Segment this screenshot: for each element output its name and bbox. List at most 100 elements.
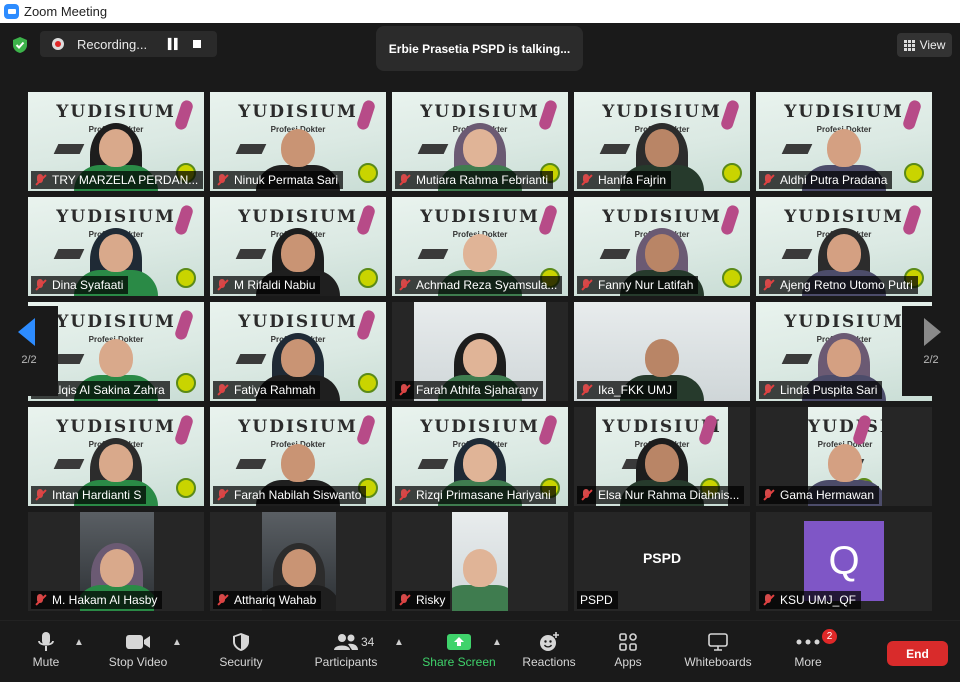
next-page-button[interactable]: 2/2 bbox=[902, 306, 960, 396]
zoom-logo-icon bbox=[4, 4, 19, 19]
participant-tile[interactable]: Risky bbox=[392, 512, 568, 611]
participant-tile[interactable]: YUDISIUMProfesi DokterTRY MARZELA PERDAN… bbox=[28, 92, 204, 191]
stop-recording-icon[interactable] bbox=[193, 40, 201, 48]
encryption-shield-icon[interactable] bbox=[10, 35, 30, 55]
participant-nametag: Gama Hermawan bbox=[759, 486, 880, 504]
reactions-smiley-icon bbox=[538, 629, 560, 655]
muted-mic-icon bbox=[580, 174, 592, 186]
apps-label: Apps bbox=[614, 655, 642, 669]
muted-mic-icon bbox=[216, 384, 228, 396]
more-ellipsis-icon bbox=[796, 629, 820, 655]
muted-mic-icon bbox=[398, 279, 410, 291]
participant-nametag: Ninuk Permata Sari bbox=[213, 171, 344, 189]
participant-tile[interactable]: YUDISIUM Profesi Dokter Achmad Reza Syamsu… bbox=[392, 197, 568, 296]
participant-nametag: Achmad Reza Syamsula... bbox=[395, 276, 563, 294]
participants-options-caret-icon[interactable]: ▲ bbox=[394, 637, 404, 648]
participant-nametag: Fanny Nur Latifah bbox=[577, 276, 699, 294]
stop-video-label: Stop Video bbox=[108, 655, 168, 669]
active-speaker-text: Erbie Prasetia PSPD is talking... bbox=[388, 41, 571, 56]
participant-name: M Rifaldi Nabiu bbox=[234, 278, 316, 292]
university-seal-icon bbox=[176, 373, 196, 393]
university-seal-icon bbox=[722, 163, 742, 183]
page-indicator-right: 2/2 bbox=[923, 354, 939, 366]
participant-tile[interactable]: YUDISIUMProfesi DokterElsa Nur Rahma Dia… bbox=[574, 407, 750, 506]
participant-tile[interactable]: YUDISIUMProfesi DokterHanifa Fajrin bbox=[574, 92, 750, 191]
recording-indicator: Recording... ▌▌ bbox=[40, 31, 217, 57]
security-button[interactable]: Security bbox=[214, 629, 268, 677]
active-speaker-banner: Erbie Prasetia PSPD is talking... bbox=[376, 26, 583, 71]
pause-recording-icon[interactable]: ▌▌ bbox=[161, 39, 187, 50]
university-seal-icon bbox=[358, 163, 378, 183]
view-button[interactable]: View bbox=[897, 33, 952, 57]
meeting-stage: Recording... ▌▌ Erbie Prasetia PSPD is t… bbox=[0, 23, 960, 620]
previous-page-button[interactable]: 2/2 bbox=[0, 306, 58, 396]
university-seal-icon bbox=[358, 373, 378, 393]
participant-name: Ajeng Retno Utomo Putri bbox=[780, 278, 913, 292]
participant-tile[interactable]: YUDISIUM Profesi Dokter Ninuk Permata Sari bbox=[210, 92, 386, 191]
whiteboards-button[interactable]: Whiteboards bbox=[680, 629, 756, 677]
participant-nametag: TRY MARZELA PERDAN... bbox=[31, 171, 203, 189]
participant-name: Atthariq Wahab bbox=[234, 593, 317, 607]
participant-name: Gama Hermawan bbox=[780, 488, 875, 502]
more-button[interactable]: More bbox=[790, 629, 826, 677]
muted-mic-icon bbox=[580, 489, 592, 501]
participant-tile[interactable]: YUDISIUMProfesi DokterAjeng Retno Utomo … bbox=[756, 197, 932, 296]
muted-mic-icon bbox=[34, 279, 46, 291]
reactions-button[interactable]: Reactions bbox=[520, 629, 578, 677]
apps-button[interactable]: Apps bbox=[608, 629, 648, 677]
participant-tile[interactable]: YUDISIUMProfesi DokterMutiara Rahma Febr… bbox=[392, 92, 568, 191]
participant-nametag: Intan Hardianti S bbox=[31, 486, 147, 504]
end-meeting-button[interactable]: End bbox=[887, 641, 948, 666]
share-screen-button[interactable]: Share Screen bbox=[422, 629, 496, 677]
participant-nametag: Farah Nabilah Siswanto bbox=[213, 486, 367, 504]
participant-nametag: PSPD bbox=[577, 591, 618, 609]
muted-mic-icon bbox=[762, 489, 774, 501]
muted-mic-icon bbox=[762, 279, 774, 291]
stop-video-button[interactable]: Stop Video bbox=[104, 629, 172, 677]
participant-tile[interactable]: YUDISIUMProfesi DokterDina Syafaati bbox=[28, 197, 204, 296]
participant-nametag: M Rifaldi Nabiu bbox=[213, 276, 321, 294]
participant-name: Ninuk Permata Sari bbox=[234, 173, 339, 187]
participant-tile[interactable]: M. Hakam Al Hasby bbox=[28, 512, 204, 611]
participant-nametag: Ajeng Retno Utomo Putri bbox=[759, 276, 918, 294]
whiteboard-icon bbox=[707, 629, 729, 655]
arrow-left-icon bbox=[18, 318, 35, 346]
participant-tile[interactable]: YUDISIUMProfesi DokterFanny Nur Latifah bbox=[574, 197, 750, 296]
muted-mic-icon bbox=[762, 594, 774, 606]
participant-tile[interactable]: YUDISIUMProfesi DokterGama Hermawan bbox=[756, 407, 932, 506]
participant-tile[interactable]: YUDISIUM Profesi Dokter Farah Nabilah Sisw… bbox=[210, 407, 386, 506]
participant-nametag: Farah Athifa Sjaharany bbox=[395, 381, 544, 399]
participant-tile[interactable]: Q KSU UMJ_QF bbox=[756, 512, 932, 611]
muted-mic-icon bbox=[580, 384, 592, 396]
participant-display-name: PSPD bbox=[642, 550, 682, 566]
participant-tile[interactable]: YUDISIUMProfesi DokterM Rifaldi Nabiu bbox=[210, 197, 386, 296]
participant-name: Farah Nabilah Siswanto bbox=[234, 488, 362, 502]
participant-tile[interactable]: YUDISIUMProfesi DokterFatiya Rahmah bbox=[210, 302, 386, 401]
participant-name: Ika_FKK UMJ bbox=[598, 383, 673, 397]
participant-nametag: Aldhi Putra Pradana bbox=[759, 171, 893, 189]
participant-tile[interactable]: Farah Athifa Sjaharany bbox=[392, 302, 568, 401]
title-bar: Zoom Meeting bbox=[0, 0, 960, 23]
participant-tile[interactable]: YUDISIUMProfesi DokterIntan Hardianti S bbox=[28, 407, 204, 506]
muted-mic-icon bbox=[216, 489, 228, 501]
muted-mic-icon bbox=[398, 489, 410, 501]
participant-tile[interactable]: Atthariq Wahab bbox=[210, 512, 386, 611]
participant-tile[interactable]: YUDISIUMProfesi DokterRizqi Primasane Ha… bbox=[392, 407, 568, 506]
participant-name: Dina Syafaati bbox=[52, 278, 124, 292]
participant-tile[interactable]: YUDISIUM Profesi Dokter Aldhi Putra Pradan… bbox=[756, 92, 932, 191]
audio-options-caret-icon[interactable]: ▲ bbox=[74, 637, 84, 648]
participant-tile[interactable]: Ika_FKK UMJ bbox=[574, 302, 750, 401]
university-seal-icon bbox=[176, 478, 196, 498]
share-options-caret-icon[interactable]: ▲ bbox=[492, 637, 502, 648]
window-title: Zoom Meeting bbox=[24, 4, 108, 19]
participant-name: Mutiara Rahma Febrianti bbox=[416, 173, 549, 187]
participant-tile[interactable]: PSPD PSPD bbox=[574, 512, 750, 611]
participant-nametag: Linda Puspita Sari bbox=[759, 381, 883, 399]
video-options-caret-icon[interactable]: ▲ bbox=[172, 637, 182, 648]
participant-nametag: Risky bbox=[395, 591, 451, 609]
participant-nametag: Elsa Nur Rahma Diahnis... bbox=[577, 486, 745, 504]
participant-name: TRY MARZELA PERDAN... bbox=[52, 173, 199, 187]
muted-mic-icon bbox=[34, 489, 46, 501]
mute-button[interactable]: Mute bbox=[28, 629, 64, 677]
share-screen-label: Share Screen bbox=[422, 655, 496, 669]
